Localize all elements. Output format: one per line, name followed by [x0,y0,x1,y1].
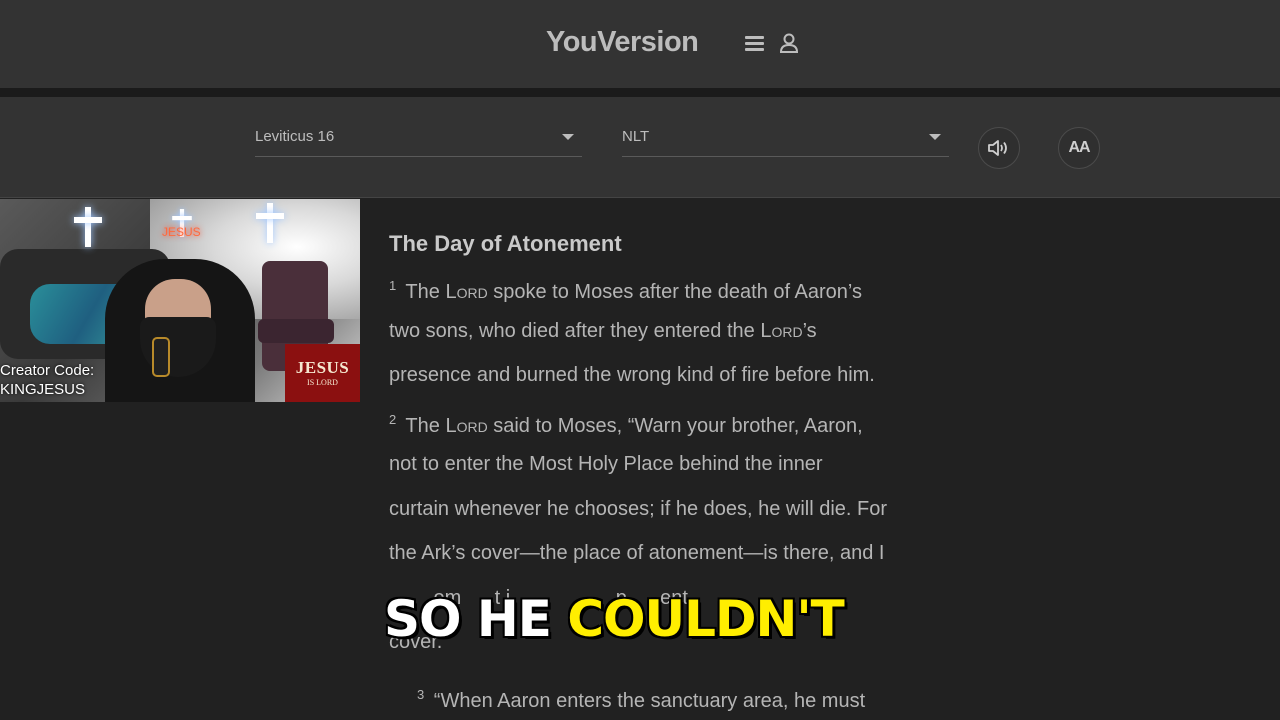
top-navigation-bar: YouVersion [0,0,1280,88]
video-caption: SO HE COULDN'T [382,589,846,650]
verse-segment: two sons, who died after they entered th… [389,319,761,342]
jesus-is-lord-badge: JESUS IS LORD [285,344,360,402]
font-settings-label: AA [1068,139,1090,156]
section-heading: The Day of Atonement [389,231,622,256]
book-chapter-select[interactable]: Leviticus 16 [255,122,582,157]
verse-segment: the Ark’s cover—the place of atonement—i… [389,542,885,564]
verse-segment: “When Aaron enters the sanctuary area, h… [428,689,866,712]
user-profile-icon[interactable] [778,32,800,54]
header-divider [0,88,1280,97]
creator-code-value: KINGJESUS [0,381,86,398]
caption-yellow-text: COULDN'T [566,589,846,650]
verse-line: two sons, who died after they entered th… [389,309,989,354]
verse-segment: ’s [802,319,817,342]
audio-button[interactable] [978,127,1020,169]
creator-code-text: Creator Code: KINGJESUS [0,361,94,399]
chevron-down-icon [562,134,574,140]
caption-white-text: SO HE [382,589,568,650]
badge-title: JESUS [295,358,350,377]
version-value: NLT [622,128,650,145]
verse-number: 1 [389,278,397,293]
verse-number: 3 [417,686,425,702]
speaker-audio-icon [988,140,1007,156]
verse-segment: curtain whenever he chooses; if he does,… [389,497,888,520]
chevron-down-icon [929,134,941,140]
verse-line: curtain whenever he chooses; if he does,… [389,487,989,532]
microphone-icon [152,337,170,377]
app-logo[interactable]: YouVersion [546,26,699,59]
verse-segment: The [400,414,446,437]
webcam-overlay: JESUS Creator Code: KINGJESUS JESUS IS L… [0,199,360,402]
version-select[interactable]: NLT [622,122,949,157]
creator-code-label: Creator Code: [0,362,95,379]
book-chapter-value: Leviticus 16 [255,128,335,145]
verse-line: not to enter the Most Holy Place behind … [389,442,989,487]
verse-segment: said to Moses, “Warn your brother, Aaron… [487,414,863,437]
verse-segment: The [400,281,446,303]
verse-line: 1 The Lord spoke to Moses after the deat… [389,264,989,309]
neon-cross-icon [74,207,102,247]
verse-segment: presence and burned the wrong kind of fi… [389,364,875,386]
divine-name: Lord [760,319,803,342]
verse-segment: spoke to Moses after the death of Aaron’… [487,281,862,303]
divine-name: Lord [445,281,488,303]
font-settings-button[interactable]: AA [1058,127,1100,169]
verse-segment: not to enter the Most Holy Place behind … [389,453,823,475]
badge-subtitle: IS LORD [307,378,338,387]
verse-line: 2 The Lord said to Moses, “Warn your bro… [389,398,989,443]
hamburger-menu-icon[interactable] [745,33,765,53]
neon-jesus-sign: JESUS [162,225,201,239]
verse-line: the Ark’s cover—the place of atonement—i… [389,531,989,576]
neon-cross-icon [256,203,284,243]
user-icon-graphic [779,33,799,53]
verse-number: 2 [389,411,397,427]
webcam-chair-seat [258,319,334,343]
divine-name: Lord [445,414,488,437]
verse-line: presence and burned the wrong kind of fi… [389,353,989,398]
verse-line: 3 “When Aaron enters the sanctuary area,… [389,673,989,718]
